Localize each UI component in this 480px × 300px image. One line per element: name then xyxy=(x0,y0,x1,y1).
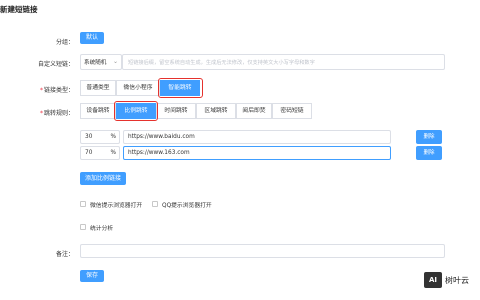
ratio-url-input[interactable]: https://www.baidu.com xyxy=(123,130,391,144)
chevron-down-icon: ⌄ xyxy=(112,58,118,65)
jump-rule-time[interactable]: 时间跳转 xyxy=(156,103,196,119)
custom-link-label: 自定义短链： xyxy=(37,61,74,68)
delete-ratio-button[interactable]: 删除 xyxy=(416,146,442,160)
watermark-logo: AI xyxy=(424,272,442,288)
custom-mode-select[interactable]: 系统随机 ⌄ xyxy=(80,54,122,70)
qq-browser-checkbox[interactable] xyxy=(152,201,158,207)
remark-label: 备注： xyxy=(55,251,74,258)
jump-rule-password[interactable]: 密码短链 xyxy=(272,103,312,119)
group-label: 分组： xyxy=(55,39,74,46)
add-ratio-link-button[interactable]: 添加比例链接 xyxy=(80,172,126,185)
jump-rule-burn-after-read[interactable]: 阅后即焚 xyxy=(236,103,272,119)
ratio-percent-input[interactable]: 30 % xyxy=(80,130,120,144)
ratio-percent-value: 30 xyxy=(85,134,93,140)
wechat-browser-label: 微信提示浏览器打开 xyxy=(90,203,143,209)
save-button[interactable]: 保存 xyxy=(80,270,104,282)
statistics-label: 统计分析 xyxy=(90,226,114,232)
page-title: 新建短链接 xyxy=(0,5,38,14)
remark-input[interactable] xyxy=(80,244,445,258)
group-default-button[interactable]: 默认 xyxy=(80,32,104,44)
percent-unit: % xyxy=(110,134,116,140)
jump-rule-label-text: 跳转规则： xyxy=(43,110,74,117)
statistics-checkbox[interactable] xyxy=(80,224,86,230)
highlight-frame xyxy=(158,78,203,98)
ratio-percent-input[interactable]: 70 % xyxy=(80,146,120,160)
ratio-url-value: https://www.baidu.com xyxy=(128,134,195,140)
custom-suffix-input[interactable]: 短链接后缀，留空系统自动生成，生成后无法修改，仅支持英文大小写字母和数字 xyxy=(122,54,445,70)
ratio-url-input[interactable]: https://www.163.com xyxy=(123,146,391,160)
ratio-url-value: https://www.163.com xyxy=(128,150,190,156)
custom-mode-value: 系统随机 xyxy=(84,60,107,66)
link-type-normal[interactable]: 普通类型 xyxy=(80,80,116,96)
link-type-label: *链接类型： xyxy=(39,87,74,94)
highlight-frame xyxy=(114,101,158,121)
jump-rule-device[interactable]: 设备跳转 xyxy=(80,103,116,119)
link-type-wechat-miniprogram[interactable]: 微信小程序 xyxy=(116,80,160,96)
ratio-percent-value: 70 xyxy=(85,150,93,156)
percent-unit: % xyxy=(110,150,116,156)
custom-suffix-placeholder: 短链接后缀，留空系统自动生成，生成后无法修改，仅支持英文大小写字母和数字 xyxy=(128,60,315,66)
watermark-text: 树叶云 xyxy=(445,276,469,285)
wechat-browser-checkbox[interactable] xyxy=(80,201,86,207)
link-type-label-text: 链接类型： xyxy=(43,87,74,94)
delete-ratio-button[interactable]: 删除 xyxy=(416,130,442,144)
qq-browser-label: QQ提示浏览器打开 xyxy=(162,203,212,209)
jump-rule-region[interactable]: 区域跳转 xyxy=(196,103,236,119)
jump-rule-label: *跳转规则： xyxy=(39,110,74,117)
